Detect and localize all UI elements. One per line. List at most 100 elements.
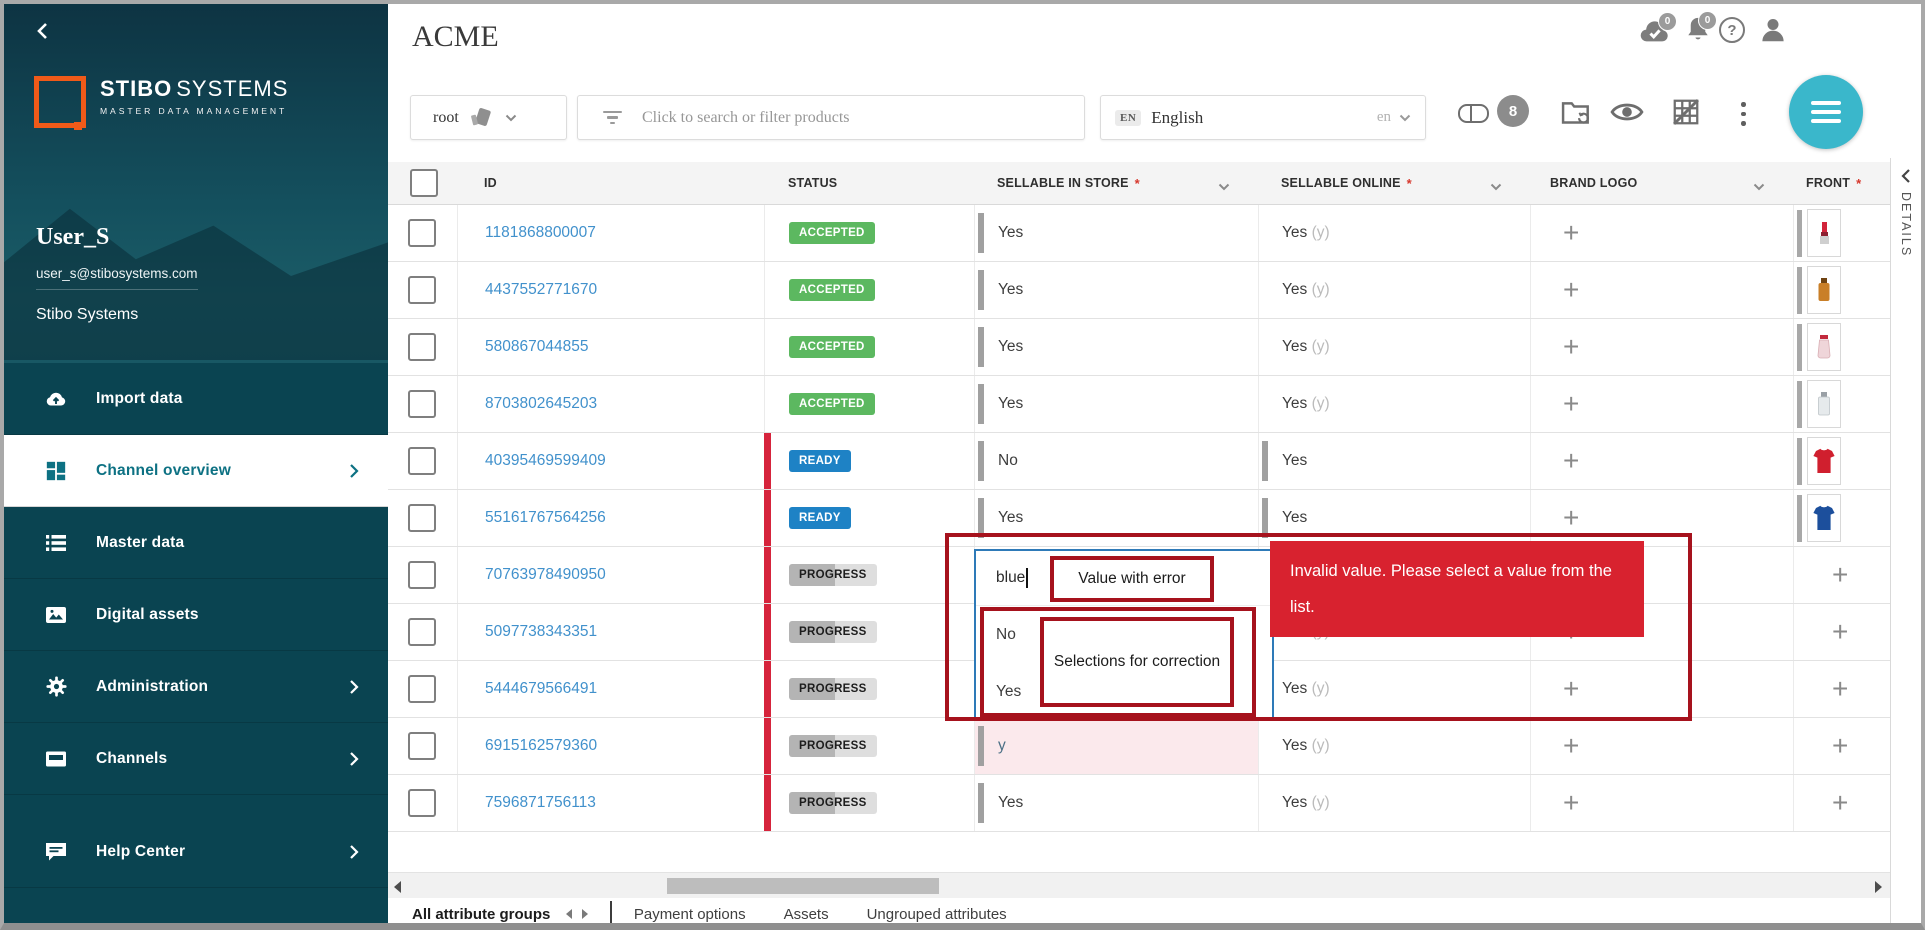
scroll-right-arrow[interactable] <box>1875 881 1882 893</box>
column-header-brand-logo[interactable]: BRAND LOGO* <box>1530 162 1793 204</box>
product-id-link[interactable]: 580867044855 <box>485 338 588 356</box>
cell-sellable-in-store[interactable]: Yes <box>974 376 1258 432</box>
cell-sellable-in-store[interactable]: Yes <box>974 319 1258 375</box>
tab-ungrouped-attributes[interactable]: Ungrouped attributes <box>867 906 1007 923</box>
grid-view-disabled-button[interactable] <box>1671 97 1701 132</box>
cell-front-image[interactable] <box>1793 319 1890 375</box>
scrollbar-thumb[interactable] <box>667 878 939 894</box>
chevron-down-icon[interactable] <box>1490 183 1502 191</box>
folder-sync-button[interactable] <box>1560 97 1592 132</box>
details-panel-collapsed[interactable]: DETAILS <box>1890 158 1921 930</box>
cell-brand-logo[interactable]: + <box>1530 319 1793 375</box>
cell-front-image[interactable]: + <box>1793 775 1890 831</box>
product-id-link[interactable]: 4437552771670 <box>485 281 597 299</box>
add-brand-logo-button[interactable]: + <box>1563 736 1579 756</box>
tab-all-attribute-groups[interactable]: All attribute groups <box>412 906 550 923</box>
product-front-thumbnail[interactable] <box>1807 437 1841 485</box>
add-brand-logo-button[interactable]: + <box>1563 793 1579 813</box>
add-brand-logo-button[interactable]: + <box>1563 394 1579 414</box>
product-front-thumbnail[interactable] <box>1807 266 1841 314</box>
cell-brand-logo[interactable]: + <box>1530 262 1793 318</box>
add-front-image-button[interactable]: + <box>1832 736 1848 756</box>
row-checkbox[interactable] <box>408 276 436 304</box>
chevron-down-icon[interactable] <box>1218 183 1230 191</box>
cell-front-image[interactable] <box>1793 433 1890 489</box>
cell-brand-logo[interactable]: + <box>1530 661 1793 717</box>
row-checkbox[interactable] <box>408 219 436 247</box>
language-selector[interactable]: EN English en <box>1100 95 1426 140</box>
tabs-next-arrow[interactable] <box>582 909 588 919</box>
product-id-link[interactable]: 70763978490950 <box>485 566 606 584</box>
cell-sellable-in-store[interactable]: Yes <box>974 262 1258 318</box>
cell-brand-logo[interactable]: + <box>1530 775 1793 831</box>
product-id-link[interactable]: 6915162579360 <box>485 737 597 755</box>
row-checkbox[interactable] <box>408 333 436 361</box>
toggle-view-icon[interactable] <box>1458 104 1489 123</box>
product-id-link[interactable]: 1181868800007 <box>485 224 596 242</box>
add-brand-logo-button[interactable]: + <box>1563 223 1579 243</box>
cell-sellable-online[interactable]: Yes (y) <box>1258 262 1530 318</box>
cell-front-image[interactable] <box>1793 262 1890 318</box>
cell-sellable-online[interactable]: Yes <box>1258 490 1530 546</box>
search-input[interactable]: Click to search or filter products <box>577 95 1085 140</box>
cell-front-image[interactable] <box>1793 490 1890 546</box>
add-front-image-button[interactable]: + <box>1832 793 1848 813</box>
cell-sellable-in-store[interactable]: No <box>974 433 1258 489</box>
product-front-thumbnail[interactable] <box>1807 209 1841 257</box>
column-header-status[interactable]: STATUS* <box>764 162 974 204</box>
add-brand-logo-button[interactable]: + <box>1563 451 1579 471</box>
column-header-sellable-in-store[interactable]: SELLABLE IN STORE* <box>974 162 1258 204</box>
product-front-thumbnail[interactable] <box>1807 323 1841 371</box>
product-id-link[interactable]: 8703802645203 <box>485 395 597 413</box>
row-checkbox[interactable] <box>408 390 436 418</box>
product-front-thumbnail[interactable] <box>1807 494 1841 542</box>
row-checkbox[interactable] <box>408 675 436 703</box>
cell-sellable-in-store[interactable]: Yes <box>974 775 1258 831</box>
add-brand-logo-button[interactable]: + <box>1563 280 1579 300</box>
notifications-button[interactable]: 0 <box>1684 15 1712 50</box>
approvals-button[interactable]: 0 <box>1638 18 1672 49</box>
add-front-image-button[interactable]: + <box>1832 679 1848 699</box>
row-checkbox[interactable] <box>408 447 436 475</box>
user-profile-button[interactable] <box>1758 15 1788 50</box>
sidebar-item-master-data[interactable]: Master data <box>0 507 388 579</box>
root-node-selector[interactable]: root <box>410 95 567 140</box>
cell-sellable-in-store[interactable]: Yes <box>974 205 1258 261</box>
cell-sellable-in-store[interactable]: Yes <box>974 490 1258 546</box>
cell-sellable-online[interactable]: Yes (y) <box>1258 376 1530 432</box>
sidebar-item-administration[interactable]: Administration <box>0 651 388 723</box>
sidebar-item-channels[interactable]: Channels <box>0 723 388 795</box>
main-menu-fab[interactable] <box>1789 75 1863 149</box>
row-checkbox[interactable] <box>408 561 436 589</box>
sidebar-item-import-data[interactable]: Import data <box>0 363 388 435</box>
cell-front-image[interactable] <box>1793 376 1890 432</box>
cell-brand-logo[interactable]: + <box>1530 376 1793 432</box>
row-checkbox[interactable] <box>408 618 436 646</box>
row-checkbox[interactable] <box>408 789 436 817</box>
product-id-link[interactable]: 40395469599409 <box>485 452 606 470</box>
column-header-id[interactable]: ID* <box>457 162 764 204</box>
cell-sellable-online[interactable]: Yes (y) <box>1258 661 1530 717</box>
preview-eye-button[interactable] <box>1610 99 1644 130</box>
sidebar-item-digital-assets[interactable]: Digital assets <box>0 579 388 651</box>
collapse-sidebar-button[interactable] <box>32 20 58 46</box>
sidebar-item-help-center[interactable]: Help Center <box>0 816 388 888</box>
sidebar-item-channel-overview[interactable]: Channel overview <box>0 435 388 507</box>
row-checkbox[interactable] <box>408 732 436 760</box>
kebab-menu-icon[interactable] <box>1739 100 1748 128</box>
chevron-down-icon[interactable] <box>1753 183 1765 191</box>
cell-front-image[interactable]: + <box>1793 661 1890 717</box>
add-brand-logo-button[interactable]: + <box>1563 508 1579 528</box>
product-id-link[interactable]: 5444679566491 <box>485 680 597 698</box>
cell-brand-logo[interactable]: + <box>1530 718 1793 774</box>
product-id-link[interactable]: 55161767564256 <box>485 509 606 527</box>
add-brand-logo-button[interactable]: + <box>1563 337 1579 357</box>
column-header-front[interactable]: FRONT* <box>1793 162 1890 204</box>
cell-sellable-online[interactable]: Yes <box>1258 433 1530 489</box>
cell-brand-logo[interactable]: + <box>1530 490 1793 546</box>
tabs-prev-arrow[interactable] <box>566 909 572 919</box>
cell-front-image[interactable]: + <box>1793 718 1890 774</box>
cell-front-image[interactable] <box>1793 205 1890 261</box>
product-id-link[interactable]: 7596871756113 <box>485 794 596 812</box>
product-front-thumbnail[interactable] <box>1807 380 1841 428</box>
